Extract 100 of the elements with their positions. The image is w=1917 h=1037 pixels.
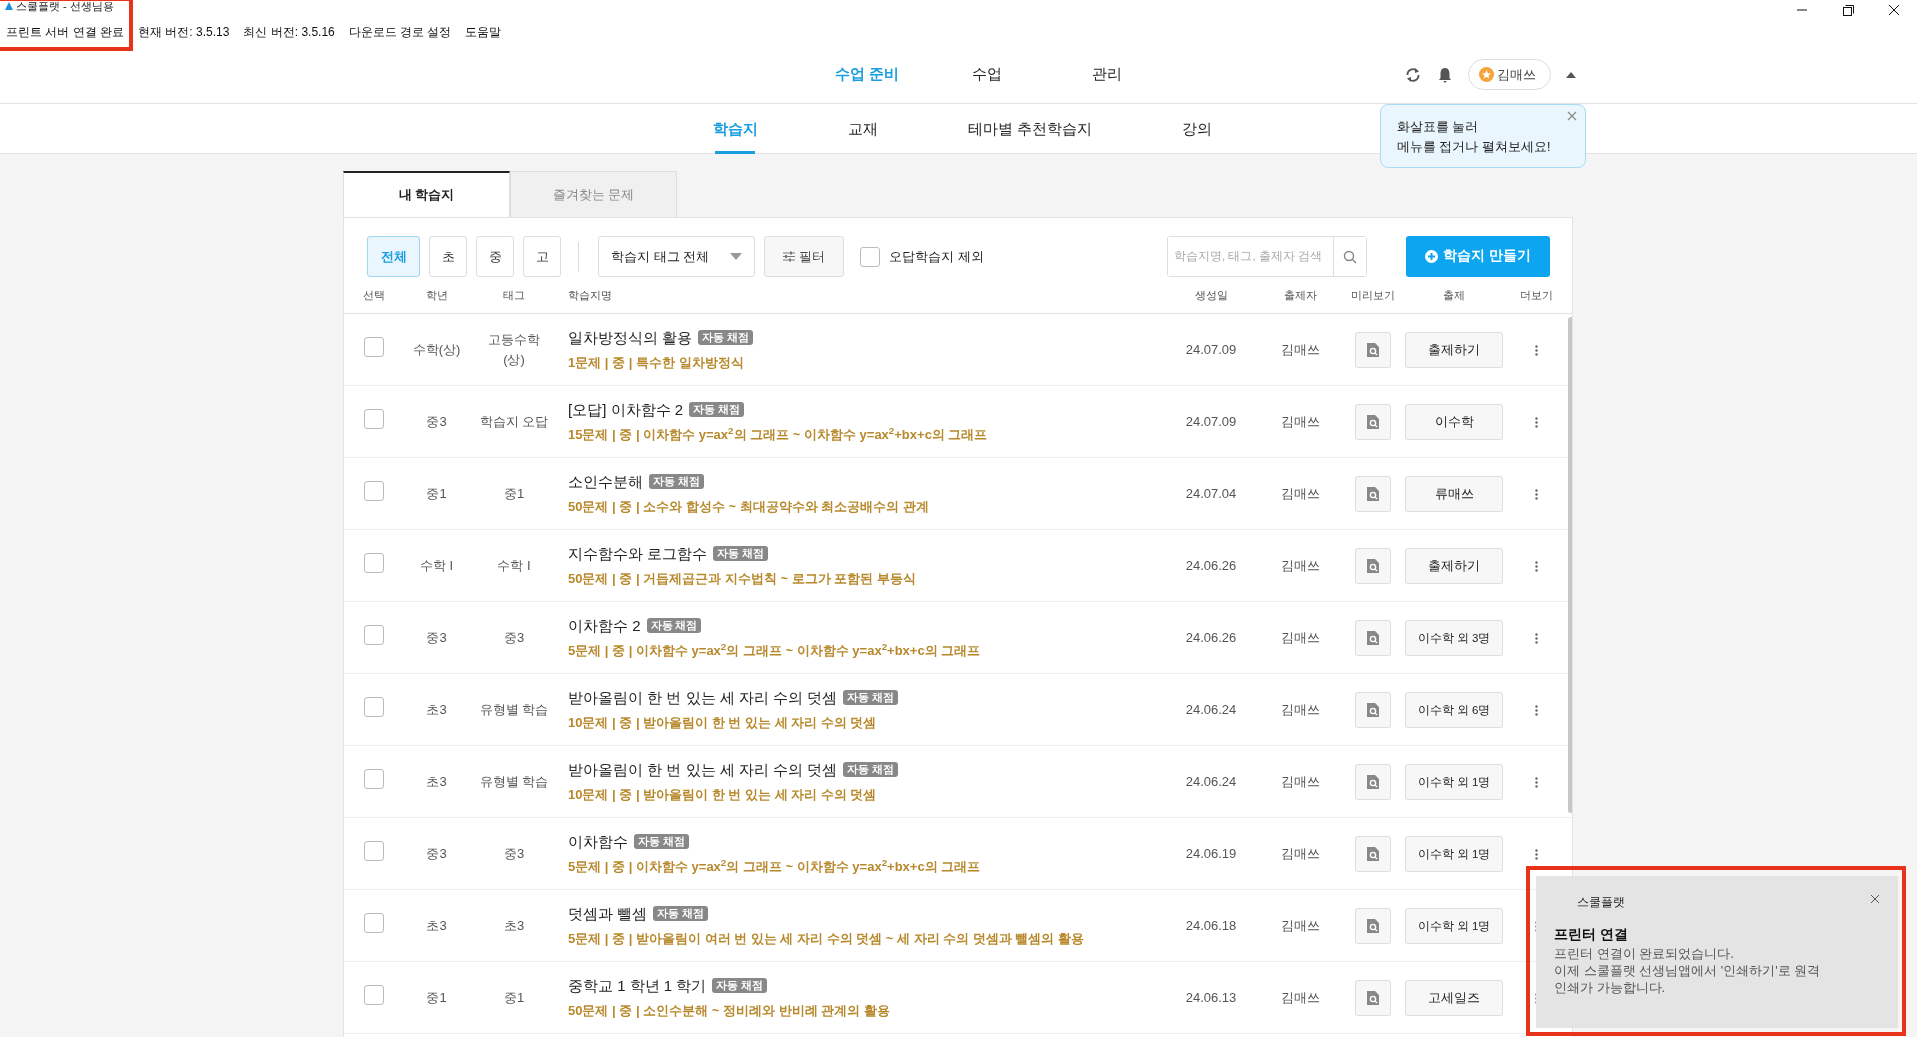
worksheet-title[interactable]: 일차방정식의 활용 <box>568 326 693 349</box>
auto-grading-tag: 자동 채점 <box>698 330 754 346</box>
auto-grading-tag: 자동 채점 <box>634 834 689 850</box>
grade-cell: 수학 I <box>419 557 454 573</box>
more-icon[interactable] <box>1534 776 1538 788</box>
tag-cell: 중1 <box>503 989 525 1005</box>
date-cell: 24.06.19 <box>1185 845 1237 861</box>
preview-button[interactable] <box>1355 907 1391 944</box>
scrollbar-thumb[interactable] <box>1568 317 1572 813</box>
auto-grading-tag: 자동 채점 <box>712 978 768 994</box>
row-checkbox[interactable] <box>364 912 384 933</box>
row-checkbox[interactable] <box>364 552 384 573</box>
menu-item[interactable]: 현재 버전: 3.5.13 <box>138 25 230 39</box>
level-filter[interactable]: 고 <box>523 236 561 277</box>
assign-button[interactable]: 이수학 외 6명 <box>1405 691 1503 728</box>
worksheet-title[interactable]: 소인수분해 <box>568 470 643 493</box>
filter-button[interactable]: 필터 <box>764 236 844 277</box>
assign-button[interactable]: 이수학 외 1명 <box>1405 835 1503 872</box>
worksheet-title[interactable]: 받아올림이 한 번 있는 세 자리 수의 덧셈 <box>568 686 838 709</box>
tag-cell: 유형별 학습 <box>479 773 549 789</box>
preview-button[interactable] <box>1355 331 1391 368</box>
tag-dropdown[interactable]: 학습지 태그 전체 <box>598 236 755 277</box>
row-checkbox[interactable] <box>364 408 384 429</box>
more-icon[interactable] <box>1534 848 1538 860</box>
assign-button[interactable]: 이수학 외 3명 <box>1405 619 1503 656</box>
level-filter[interactable]: 초 <box>429 236 467 277</box>
row-checkbox[interactable] <box>364 984 384 1005</box>
preview-button[interactable] <box>1355 835 1391 872</box>
menu-item[interactable]: 최신 버전: 3.5.16 <box>243 25 335 39</box>
more-icon[interactable] <box>1534 704 1538 716</box>
assign-button[interactable]: 고세일즈 <box>1405 979 1503 1016</box>
author-cell: 김매쓰 <box>1280 701 1320 717</box>
assign-button[interactable]: 이수학 외 1명 <box>1405 763 1503 800</box>
preview-button[interactable] <box>1355 475 1391 512</box>
row-checkbox[interactable] <box>364 768 384 789</box>
worksheet-title[interactable]: [오답] 이차함수 2 <box>568 398 683 421</box>
plus-circle-icon <box>1425 250 1439 263</box>
nav-tab[interactable]: 수업 <box>927 63 1047 86</box>
worksheet-title[interactable]: 지수함수와 로그함수 <box>568 542 708 565</box>
date-cell: 24.06.18 <box>1185 917 1237 933</box>
preview-button[interactable] <box>1355 403 1391 440</box>
more-icon[interactable] <box>1534 344 1538 356</box>
preview-button[interactable] <box>1355 979 1391 1016</box>
auto-grading-tag: 자동 채점 <box>689 402 744 418</box>
assign-button[interactable]: 출제하기 <box>1405 547 1503 584</box>
more-icon[interactable] <box>1534 416 1538 428</box>
nav-tab[interactable]: 교재 <box>802 104 923 154</box>
author-cell: 김매쓰 <box>1280 773 1320 789</box>
worksheet-title[interactable]: 중학교 1 학년 1 학기 <box>568 974 707 997</box>
row-checkbox[interactable] <box>364 696 384 717</box>
tag-cell: 수학 I <box>497 557 531 573</box>
nav-tab[interactable]: 강의 <box>1137 104 1258 154</box>
row-checkbox[interactable] <box>364 336 384 357</box>
sliders-icon <box>783 251 795 262</box>
assign-button[interactable]: 출제하기 <box>1405 331 1503 368</box>
caret-up-icon[interactable] <box>1565 70 1577 79</box>
row-checkbox[interactable] <box>364 480 384 501</box>
document-search-icon <box>1367 486 1379 501</box>
tag-cell: 초3 <box>503 917 525 933</box>
grade-cell: 초3 <box>426 773 447 789</box>
worksheet-title[interactable]: 덧셈과 뺄셈 <box>568 902 648 925</box>
user-menu[interactable]: 김매쓰 <box>1468 58 1551 91</box>
more-icon[interactable] <box>1534 560 1538 572</box>
more-icon[interactable] <box>1534 632 1538 644</box>
assign-button[interactable]: 류매쓰 <box>1405 475 1503 512</box>
menu-item[interactable]: 다운로드 경로 설정 <box>348 25 452 39</box>
preview-button[interactable] <box>1355 619 1391 656</box>
preview-button[interactable] <box>1355 547 1391 584</box>
column-header: 생성일 <box>1193 288 1229 304</box>
search-icon[interactable] <box>1343 249 1357 264</box>
author-cell: 김매쓰 <box>1280 485 1320 501</box>
document-search-icon <box>1367 342 1379 357</box>
bell-icon[interactable] <box>1436 65 1454 84</box>
more-icon[interactable] <box>1534 488 1538 500</box>
nav-tab[interactable]: 관리 <box>1047 63 1167 86</box>
preview-button[interactable] <box>1355 763 1391 800</box>
menu-item[interactable]: 도움말 <box>465 25 502 39</box>
checkbox[interactable] <box>860 246 880 267</box>
assign-button[interactable]: 이수학 외 1명 <box>1405 907 1503 944</box>
grade-cell: 초3 <box>426 701 447 717</box>
row-checkbox[interactable] <box>364 624 384 645</box>
auto-grading-tag: 자동 채점 <box>843 762 899 778</box>
document-search-icon <box>1367 414 1379 429</box>
auto-grading-tag: 자동 채점 <box>843 690 899 706</box>
refresh-icon[interactable] <box>1404 65 1422 84</box>
assign-button[interactable]: 이수학 <box>1405 403 1503 440</box>
menu-item[interactable]: 프린트 서버 연결 완료 <box>6 25 124 39</box>
worksheet-title[interactable]: 이차함수 2 <box>568 614 641 637</box>
preview-button[interactable] <box>1355 691 1391 728</box>
level-filter[interactable]: 중 <box>476 236 514 277</box>
row-checkbox[interactable] <box>364 840 384 861</box>
search-field[interactable]: 학습지명, 태그, 출제자 검색 <box>1167 236 1367 277</box>
column-header: 학습지명 <box>567 288 613 304</box>
document-search-icon <box>1367 990 1379 1005</box>
worksheet-title[interactable]: 이차함수 <box>568 830 628 853</box>
worksheet-detail: 50문제 | 중 | 소수와 합성수 ~ 최대공약수와 최소공배수의 관계 <box>568 498 930 516</box>
worksheet-title[interactable]: 받아올림이 한 번 있는 세 자리 수의 덧셈 <box>568 758 838 781</box>
worksheet-detail: 5문제 | 중 | 이차함수 y=ax$^{2}$의 그래프 ~ 이차함수 y=ax$^{2}$+bx+c의 그래프 <box>568 641 982 660</box>
content-tab[interactable]: 내 학습지 <box>343 171 510 217</box>
nav-tab[interactable]: 테마별 추천학습지 <box>922 104 1138 154</box>
